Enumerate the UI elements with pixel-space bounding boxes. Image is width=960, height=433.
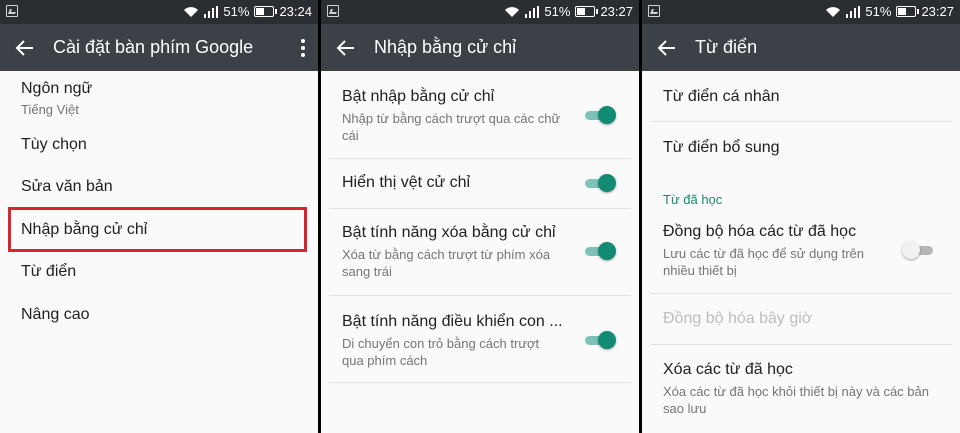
toggle-switch[interactable] [585, 241, 616, 261]
app-bar: Nhập bằng cử chỉ [321, 24, 639, 71]
back-arrow-icon[interactable] [14, 37, 36, 59]
wifi-icon [826, 6, 841, 17]
clock: 23:27 [921, 4, 954, 19]
settings-item-advanced[interactable]: Nâng cao [0, 293, 318, 337]
setting-addon-dictionaries[interactable]: Từ điển bổ sung [642, 122, 960, 172]
item-title: Đồng bộ hóa bây giờ [663, 310, 813, 327]
settings-item-language[interactable]: Ngôn ngữ Tiếng Việt [0, 71, 318, 117]
item-title: Bật tính năng điều khiển con ... [342, 313, 563, 330]
item-summary: Lưu các từ đã học để sử dụng trên nhiều … [663, 246, 865, 278]
wifi-icon [184, 6, 199, 17]
item-title: Ngôn ngữ [21, 80, 93, 97]
highlight-box [8, 207, 307, 252]
item-title: Từ điển [21, 263, 77, 280]
signal-icon [204, 5, 219, 18]
signal-icon [525, 5, 540, 18]
item-title: Bật nhập bằng cử chỉ [342, 88, 495, 105]
toggle-switch[interactable] [902, 240, 933, 260]
item-title: Từ điển cá nhân [663, 88, 780, 105]
back-arrow-icon[interactable] [656, 37, 678, 59]
setting-sync-now: Đồng bộ hóa bây giờ [642, 294, 960, 344]
setting-gesture-delete[interactable]: Bật tính năng xóa bằng cử chỉ Xóa từ bằn… [321, 209, 639, 295]
item-title: Nâng cao [21, 306, 90, 323]
item-summary: Di chuyển con trỏ bằng cách trượt qua ph… [342, 336, 540, 368]
battery-percent: 51% [865, 4, 892, 19]
page-title: Cài đặt bàn phím Google [53, 37, 254, 57]
page-title: Nhập bằng cử chỉ [374, 37, 517, 57]
toggle-switch[interactable] [585, 330, 616, 350]
settings-list: Ngôn ngữ Tiếng Việt Tùy chọn Sửa văn bản… [0, 71, 318, 433]
item-title: Từ điển bổ sung [663, 139, 780, 156]
item-title: Bật tính năng xóa bằng cử chỉ [342, 224, 556, 241]
app-bar: Cài đặt bàn phím Google [0, 24, 318, 71]
setting-gesture-cursor-control[interactable]: Bật tính năng điều khiển con ... Di chuy… [321, 296, 639, 382]
settings-list: Bật nhập bằng cử chỉ Nhập từ bằng cách t… [321, 71, 639, 433]
item-summary: Xóa từ bằng cách trượt từ phím xóa sang … [342, 247, 551, 279]
image-notification-icon [6, 5, 18, 17]
section-header: Từ đã học [663, 192, 723, 207]
panel-gesture-typing: 51% 23:27 Nhập bằng cử chỉ Bật nhập bằng… [321, 0, 639, 433]
page-title: Từ điển [695, 37, 758, 57]
image-notification-icon [648, 5, 660, 17]
back-arrow-icon[interactable] [335, 37, 357, 59]
settings-item-options[interactable]: Tùy chọn [0, 123, 318, 165]
battery-icon [254, 6, 278, 17]
toggle-switch[interactable] [585, 105, 616, 125]
image-notification-icon [327, 5, 339, 17]
battery-percent: 51% [223, 4, 250, 19]
app-bar: Từ điển [642, 24, 960, 71]
setting-personal-dictionary[interactable]: Từ điển cá nhân [642, 71, 960, 121]
toggle-switch[interactable] [585, 173, 616, 193]
battery-icon [896, 6, 920, 17]
setting-delete-learned-words[interactable]: Xóa các từ đã học Xóa các từ đã học khỏi… [642, 345, 960, 425]
setting-enable-gesture-typing[interactable]: Bật nhập bằng cử chỉ Nhập từ bằng cách t… [321, 71, 639, 158]
status-bar: 51% 23:27 [321, 0, 639, 24]
item-summary: Tiếng Việt [21, 102, 79, 117]
clock: 23:24 [279, 4, 312, 19]
panel-dictionary: 51% 23:27 Từ điển Từ điển cá nhân Từ điể… [642, 0, 960, 433]
item-summary: Nhập từ bằng cách trượt qua các chữ cái [342, 111, 561, 143]
divider [329, 382, 631, 383]
item-title: Xóa các từ đã học [663, 361, 793, 378]
settings-item-text-correction[interactable]: Sửa văn bản [0, 165, 318, 207]
item-title: Sửa văn bản [21, 178, 113, 195]
settings-item-dictionary[interactable]: Từ điển [0, 251, 318, 293]
setting-show-gesture-trail[interactable]: Hiển thị vệt cử chỉ [321, 159, 639, 208]
section-header-learned-words: Từ đã học [642, 187, 960, 207]
panel-keyboard-settings: 51% 23:24 Cài đặt bàn phím Google Ngôn n… [0, 0, 318, 433]
item-title: Đồng bộ hóa các từ đã học [663, 223, 857, 240]
signal-icon [846, 5, 861, 18]
wifi-icon [505, 6, 520, 17]
settings-list: Từ điển cá nhân Từ điển bổ sung Từ đã họ… [642, 71, 960, 433]
item-title: Tùy chọn [21, 136, 87, 153]
status-bar: 51% 23:24 [0, 0, 318, 24]
setting-sync-learned-words[interactable]: Đồng bộ hóa các từ đã học Lưu các từ đã … [642, 211, 960, 293]
battery-icon [575, 6, 599, 17]
battery-percent: 51% [544, 4, 571, 19]
status-bar: 51% 23:27 [642, 0, 960, 24]
clock: 23:27 [600, 4, 633, 19]
item-title: Hiển thị vệt cử chỉ [342, 174, 471, 191]
more-vert-icon[interactable] [300, 38, 306, 58]
item-summary: Xóa các từ đã học khỏi thiết bị này và c… [663, 384, 929, 416]
